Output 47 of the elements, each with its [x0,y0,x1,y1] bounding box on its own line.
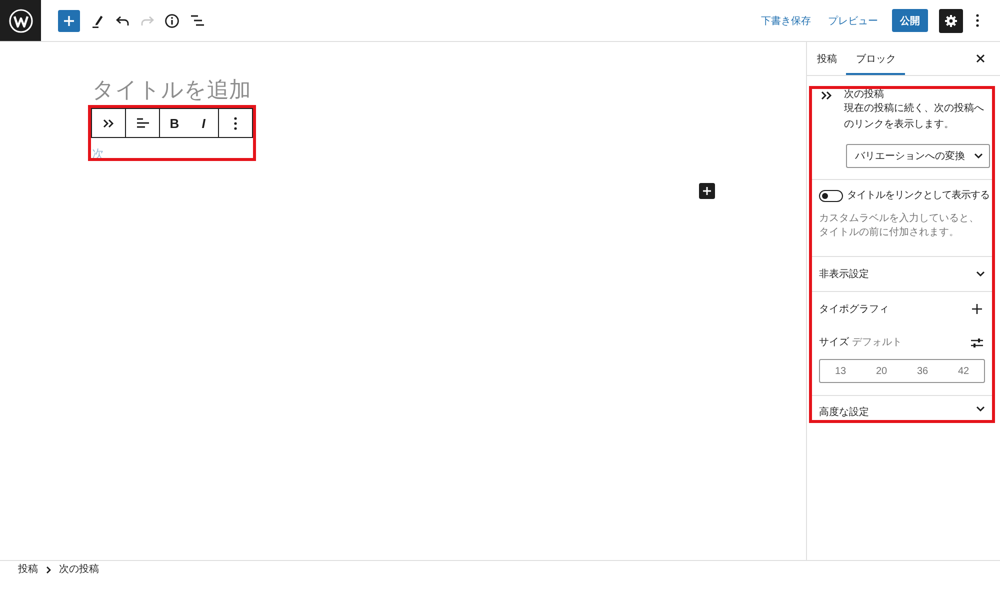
block-description: 現在の投稿に続く、次の投稿へのリンクを表示します。 [844,102,985,132]
double-chevron-icon [821,91,832,100]
plus-icon [703,187,711,195]
size-option[interactable]: 42 [943,360,984,382]
sidebar-tab[interactable]: ブロック [846,42,905,75]
preview-button[interactable]: プレビュー [825,8,881,32]
sliders-icon [971,338,983,348]
panel-title: タイポグラフィ [819,303,889,316]
list-icon [190,15,204,26]
italic-button[interactable]: I [189,109,218,137]
logo-tile[interactable] [0,0,41,41]
variation-select[interactable]: バリエーションへの変換 [846,144,990,168]
plus-icon [972,304,982,314]
add-block-button[interactable] [699,183,715,199]
vertical-dots-icon [234,116,237,130]
size-option[interactable]: 13 [820,360,861,382]
panel-options-button[interactable] [969,301,985,317]
logo-icon [8,8,32,32]
settings-button[interactable] [939,8,963,32]
plus-icon [64,16,74,26]
redo-icon [140,16,154,26]
sidebar-tab[interactable]: 投稿 [807,42,846,75]
chevron-right-icon [46,566,51,574]
block-title: 次の投稿 [844,89,884,101]
panel-header[interactable]: 高度な設定 [819,396,985,420]
breadcrumb-link[interactable]: 投稿 [18,563,38,577]
align-icon [136,118,148,128]
size-option[interactable]: 36 [902,360,943,382]
close-icon [976,54,984,63]
vertical-dots-icon [976,14,978,27]
breadcrumb-link[interactable]: 次の投稿 [59,563,99,577]
double-chevron-icon [103,118,114,128]
help-text: カスタムラベルを入力していると、タイトルの前に付加されます。 [819,212,980,240]
save-draft-button[interactable]: 下書き保存 [758,8,814,32]
toggle-switch[interactable] [819,190,843,202]
info-icon [165,14,179,28]
size-value: デフォルト [852,336,902,350]
undo-icon [116,16,128,26]
panel-header[interactable]: 非表示設定 [819,257,985,291]
bold-button[interactable]: B [160,109,189,137]
settings-icon [945,14,957,26]
publish-button[interactable]: 公開 [892,9,928,32]
toggle-label: タイトルをリンクとして表示する [847,189,990,203]
size-option[interactable]: 20 [861,360,902,382]
size-label: サイズ [819,336,849,350]
pencil-icon [92,14,102,28]
chevron-down-icon [974,153,983,159]
